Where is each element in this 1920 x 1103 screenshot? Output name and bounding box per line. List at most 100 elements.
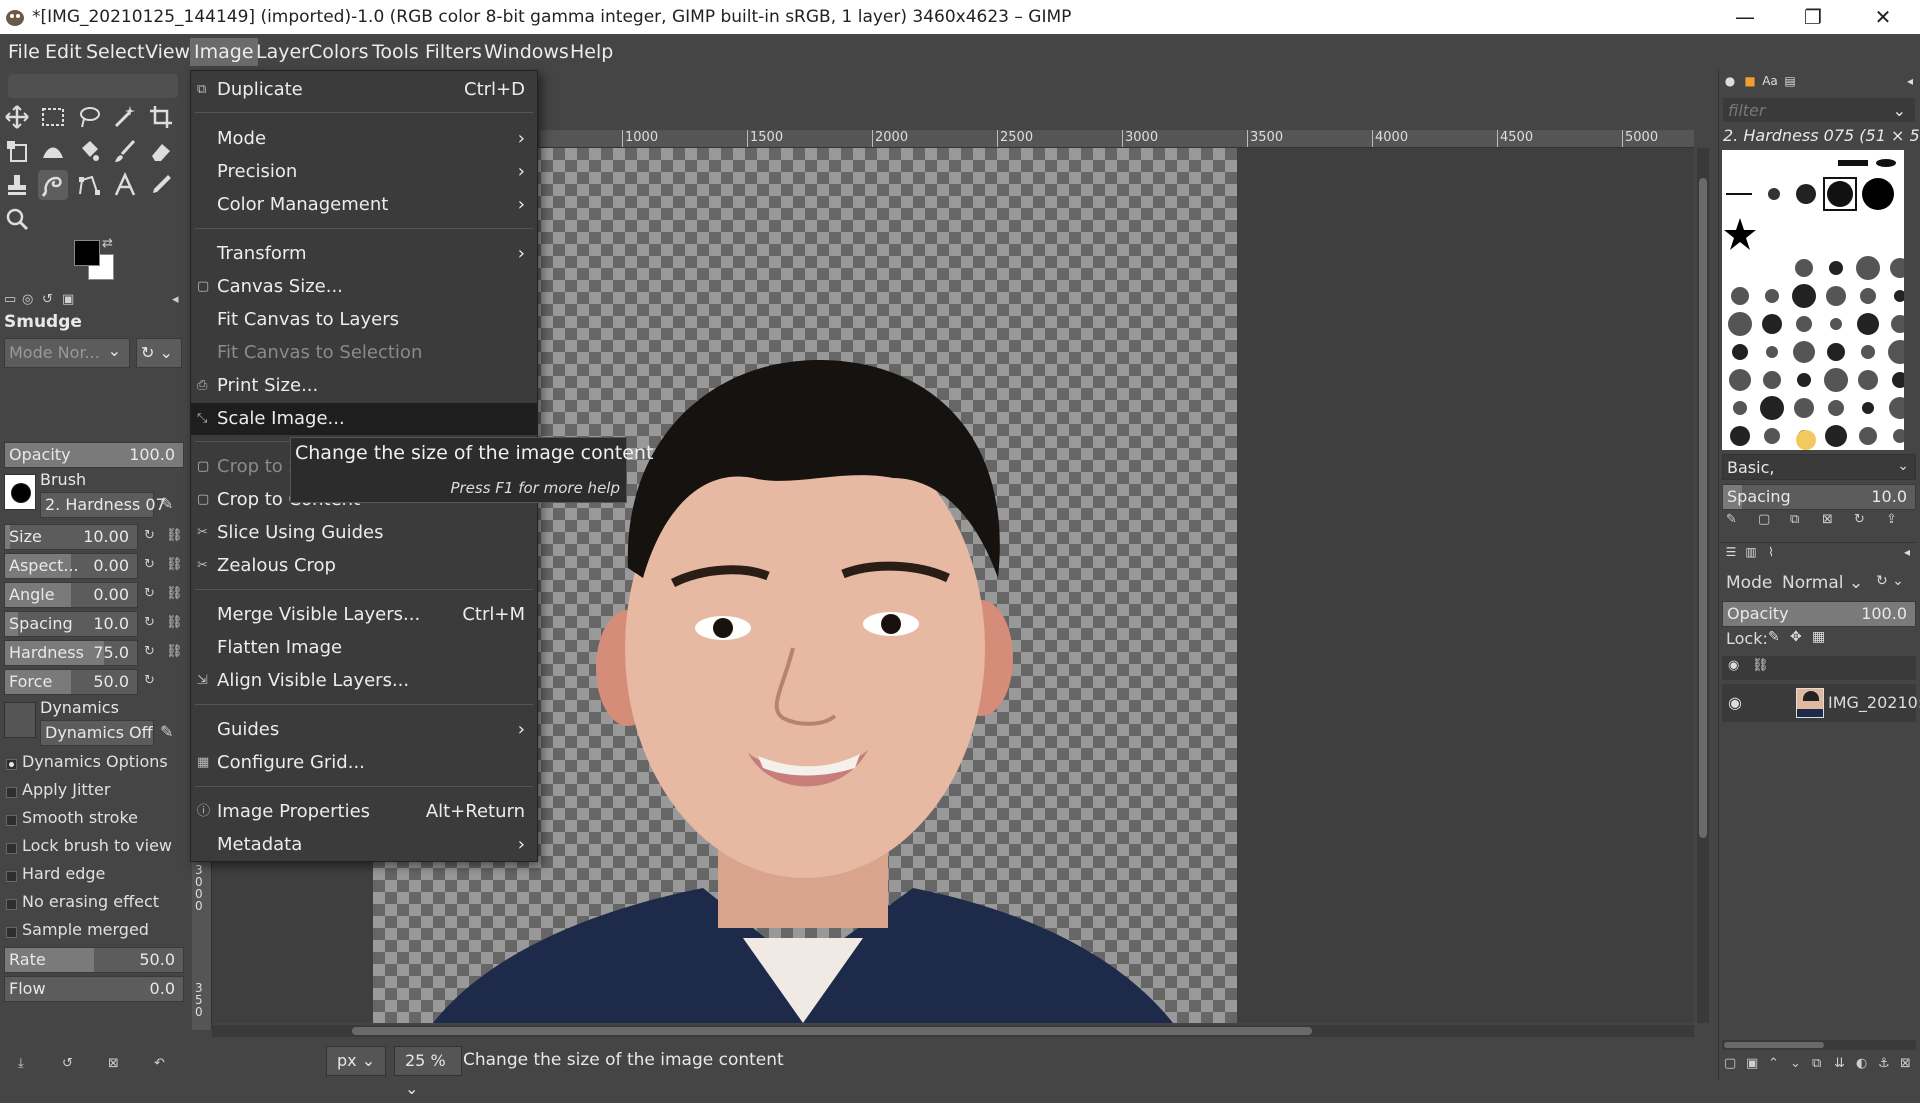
mode-select[interactable]: Mode Nor... ⌄	[4, 338, 130, 368]
reset-hardness-icon[interactable]: ↻	[144, 644, 155, 659]
minimize-button[interactable]: —	[1712, 0, 1778, 34]
unit-select[interactable]: px ⌄	[326, 1046, 386, 1076]
layer-mask-icon[interactable]: ◐	[1856, 1056, 1867, 1071]
brush-thumbnail[interactable]	[1829, 261, 1843, 275]
rate-slider[interactable]: Rate 50.0	[4, 947, 184, 973]
brush-thumbnail[interactable]	[1733, 401, 1747, 415]
layers-tab-icon[interactable]: ☰	[1722, 543, 1740, 561]
menu-item-mode[interactable]: Mode ›	[191, 123, 537, 155]
brush-thumbnail[interactable]	[1795, 259, 1813, 277]
brush-thumbnail[interactable]	[1860, 288, 1876, 304]
aspect-slider[interactable]: Aspect... 0.00	[4, 553, 138, 579]
apply-jitter-checkbox[interactable]	[6, 787, 17, 798]
brush-thumbnail[interactable]	[1856, 256, 1880, 280]
fonts-tab-icon[interactable]: Aa	[1761, 72, 1779, 90]
link-hardness-icon[interactable]: ⛓	[166, 644, 183, 659]
color-picker-icon[interactable]	[146, 170, 176, 200]
reset-spacing-icon[interactable]: ↻	[144, 615, 155, 630]
menu-view[interactable]: View	[141, 38, 194, 66]
new-brush-icon[interactable]: ▢	[1758, 512, 1770, 527]
edit-brush-icon[interactable]: ✎	[1726, 512, 1737, 527]
hardness-slider[interactable]: Hardness 75.0	[4, 640, 138, 666]
save-options-icon[interactable]: ⤓	[18, 1056, 24, 1071]
menu-item-fit-canvas-layers[interactable]: Fit Canvas to Layers	[191, 304, 537, 336]
menu-item-merge-visible[interactable]: Merge Visible Layers... Ctrl+M	[191, 599, 537, 631]
menu-item-color-management[interactable]: Color Management ›	[191, 189, 537, 221]
layer-opacity-slider[interactable]: Opacity 100.0	[1722, 601, 1916, 627]
brush-thumbnail[interactable]	[1827, 343, 1845, 361]
brush-thumbnail[interactable]	[1888, 340, 1912, 364]
menu-colors[interactable]: Colors	[305, 38, 373, 66]
close-button[interactable]: ✕	[1850, 0, 1916, 34]
reset-mode-button[interactable]: ↻ ⌄	[136, 338, 182, 368]
device-status-icon[interactable]: ◎	[22, 292, 33, 307]
menu-help[interactable]: Help	[566, 38, 617, 66]
paths-icon[interactable]	[74, 170, 104, 200]
move-tool-icon[interactable]	[2, 102, 32, 132]
brush-thumbnail[interactable]	[1826, 286, 1846, 306]
vertical-scrollbar[interactable]	[1697, 148, 1709, 1023]
layer-mode-select[interactable]: Normal ⌄	[1782, 573, 1863, 593]
brush-thumbnail[interactable]	[1762, 314, 1782, 334]
link-aspect-icon[interactable]: ⛓	[166, 557, 183, 572]
opacity-slider[interactable]: Opacity 100.0	[4, 442, 184, 468]
brush-thumbnail[interactable]	[1797, 373, 1811, 387]
dynamics-select[interactable]: Dynamics Off	[40, 720, 154, 746]
brush-thumbnail[interactable]	[1859, 427, 1877, 445]
fuzzy-select-icon[interactable]	[110, 102, 140, 132]
lock-alpha-icon[interactable]: ▦	[1812, 629, 1825, 645]
duplicate-brush-icon[interactable]: ⧉	[1790, 512, 1799, 527]
brush-thumbnail[interactable]	[1893, 429, 1907, 443]
brush-thumbnail[interactable]	[1889, 397, 1911, 419]
eraser-icon[interactable]	[146, 136, 176, 166]
reset-size-icon[interactable]: ↻	[144, 528, 155, 543]
paintbrush-icon[interactable]	[110, 136, 140, 166]
brushes-tab-icon[interactable]: ●	[1721, 72, 1739, 90]
clone-icon[interactable]	[2, 170, 32, 200]
edit-dynamics-icon[interactable]: ✎	[160, 722, 173, 741]
brush-thumbnail[interactable]	[1793, 341, 1815, 363]
brush-thumbnail[interactable]	[1766, 346, 1778, 358]
size-slider[interactable]: Size 10.00	[4, 524, 138, 550]
brush-thumbnail[interactable]	[1891, 315, 1909, 333]
zoom-icon[interactable]	[2, 204, 32, 234]
menu-item-metadata[interactable]: Metadata ›	[191, 829, 537, 861]
brush-thumbnail[interactable]	[1862, 402, 1874, 414]
brush-preview[interactable]	[4, 474, 36, 510]
brush-thumbnail[interactable]	[1728, 312, 1752, 336]
scrollbar-thumb[interactable]	[1699, 178, 1707, 838]
menu-filters[interactable]: Filters	[421, 38, 486, 66]
layer-row[interactable]: ◉ IMG_20210:	[1722, 684, 1920, 722]
layers-scrollbar[interactable]	[1722, 1040, 1916, 1050]
brush-thumbnail[interactable]	[1796, 316, 1812, 332]
lower-layer-icon[interactable]: ⌄	[1790, 1056, 1801, 1071]
menu-layer[interactable]: Layer	[252, 38, 313, 66]
brush-thumbnail[interactable]	[1894, 290, 1906, 302]
reset-force-icon[interactable]: ↻	[144, 673, 155, 688]
delete-layer-icon[interactable]: ⊠	[1900, 1056, 1911, 1071]
configure-tab-icon[interactable]: ◂	[172, 292, 179, 307]
brush-thumbnail[interactable]	[1792, 284, 1816, 308]
menu-item-fit-canvas-selection[interactable]: Fit Canvas to Selection	[191, 337, 537, 369]
duplicate-layer-icon[interactable]: ⧉	[1812, 1056, 1821, 1071]
brush-thumbnail[interactable]	[1764, 428, 1780, 444]
text-tool-icon[interactable]	[110, 170, 140, 200]
menu-item-duplicate[interactable]: ⧉ Duplicate Ctrl+D	[191, 74, 537, 106]
menu-item-slice-guides[interactable]: ✂ Slice Using Guides	[191, 517, 537, 549]
menu-tools[interactable]: Tools	[368, 38, 423, 66]
menu-select[interactable]: Select	[82, 38, 149, 66]
hard-edge-checkbox[interactable]	[6, 871, 17, 882]
rect-select-icon[interactable]	[38, 102, 68, 132]
brush-thumbnail[interactable]	[1861, 345, 1875, 359]
delete-options-icon[interactable]: ⊠	[108, 1056, 119, 1071]
zoom-select[interactable]: 25 % ⌄	[394, 1046, 462, 1098]
brush-spacing-slider[interactable]: Spacing 10.0	[1722, 484, 1916, 510]
no-erasing-checkbox[interactable]	[6, 899, 17, 910]
merge-layer-icon[interactable]: ⇊	[1834, 1056, 1845, 1071]
brush-thumbnail[interactable]	[1763, 371, 1781, 389]
edit-brush-icon[interactable]: ✎	[160, 494, 173, 513]
link-size-icon[interactable]: ⛓	[166, 528, 183, 543]
brush-thumbnail[interactable]	[1825, 425, 1847, 447]
dynamics-options-expander[interactable]	[6, 759, 17, 770]
brush-thumbnail[interactable]	[1731, 287, 1749, 305]
